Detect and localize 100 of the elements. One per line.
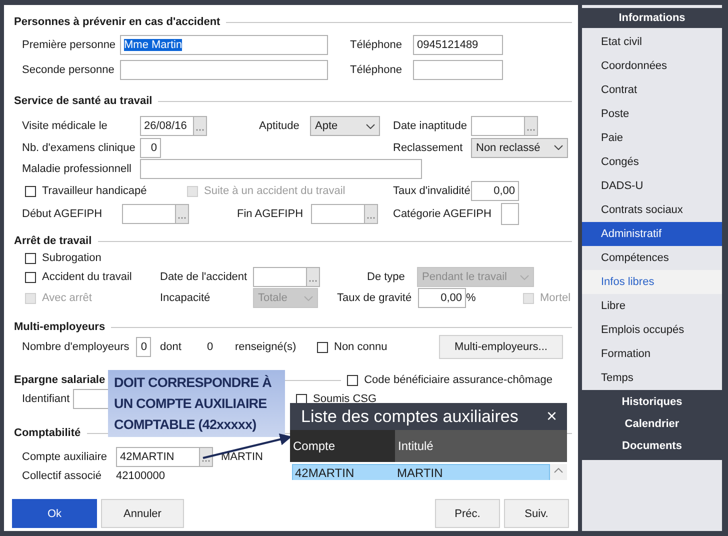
callout-tooltip: DOIT CORRESPONDRE À UN COMPTE AUXILIAIRE COMPTABLE (42xxxxx): [108, 370, 285, 437]
dropdown[interactable]: Non reclassé: [471, 138, 568, 158]
checkbox-label: Travailleur handicapé: [42, 185, 147, 197]
popup-title: Liste des comptes auxiliaires: [301, 406, 518, 426]
section-title: Epargne salariale: [14, 374, 106, 386]
text-field[interactable]: 26/08/16: [140, 116, 193, 136]
checkbox-label: Subrogation: [42, 252, 102, 264]
text-field[interactable]: 0: [136, 337, 151, 357]
chevron-icon: [304, 296, 313, 300]
field-label: Fin AGEFIPH: [237, 208, 304, 220]
field-label: Identifiant: [22, 393, 71, 405]
checkbox-label: Non connu: [334, 341, 388, 353]
section-title: Service de santé au travail: [14, 95, 152, 107]
field-label: dont: [160, 341, 182, 353]
field-label: Téléphone: [350, 38, 403, 50]
sidebar-item[interactable]: Etat civil: [582, 30, 722, 54]
sidebar-item[interactable]: Paie: [582, 126, 722, 150]
chevron-icon: [366, 124, 375, 128]
ellipsis-button[interactable]: [199, 447, 213, 467]
checkbox-label: Avec arrêt: [42, 292, 92, 304]
text-field[interactable]: [120, 60, 328, 80]
field-label: Visite médicale le: [22, 120, 108, 132]
chevron-icon: [554, 145, 563, 150]
section-title: Comptabilité: [14, 427, 81, 439]
dialog-button[interactable]: Préc.: [435, 499, 500, 528]
sidebar-item[interactable]: Administratif: [582, 222, 722, 246]
text-field[interactable]: [501, 202, 519, 224]
sidebar-item[interactable]: Compétences: [582, 246, 722, 270]
text-field[interactable]: [471, 116, 524, 136]
text-field[interactable]: [140, 159, 422, 179]
text-field[interactable]: [413, 60, 503, 80]
checkbox-label: Soumis CSG: [313, 393, 377, 405]
dialog-button[interactable]: Annuler: [101, 499, 184, 528]
field-label: Nombre d'employeurs: [22, 341, 130, 353]
sidebar-item[interactable]: Temps: [582, 366, 722, 390]
field-label: Nb. d'examens clinique: [22, 142, 136, 154]
sidebar-item[interactable]: Coordonnées: [582, 54, 722, 78]
field-label: Début AGEFIPH: [22, 208, 104, 220]
sidebar-item[interactable]: Congés: [582, 150, 722, 174]
field-label: Taux d'invalidité: [393, 185, 471, 197]
field-label: Incapacité: [160, 292, 212, 304]
checkbox[interactable]: [347, 374, 358, 386]
text-field[interactable]: 0,00: [418, 288, 466, 308]
scrollbar[interactable]: [550, 464, 567, 480]
field-label: Seconde personne: [22, 64, 116, 76]
count-value: 0: [207, 341, 214, 353]
dialog-button[interactable]: Ok: [12, 499, 97, 528]
checkbox-label: Code bénéficiaire assurance-chômage: [364, 374, 552, 386]
text-field[interactable]: 0: [140, 138, 161, 158]
field-label: De type: [367, 271, 406, 283]
sidebar-item[interactable]: Libre: [582, 294, 722, 318]
chevron-icon: [520, 274, 529, 280]
dropdown[interactable]: Apte: [310, 116, 380, 136]
field-label: Reclassement: [393, 142, 464, 154]
multi-employers-button[interactable]: Multi-employeurs...: [439, 335, 563, 359]
checkbox[interactable]: [25, 272, 36, 282]
sidebar-item[interactable]: Infos libres: [582, 270, 722, 294]
text-field[interactable]: 0945121489: [413, 34, 503, 54]
section-title: Arrêt de travail: [14, 235, 92, 247]
chevron-up-icon: [554, 468, 563, 473]
field-label: Compte auxiliaire: [22, 451, 108, 463]
checkbox[interactable]: [25, 252, 36, 264]
sidebar-link[interactable]: Documents: [582, 435, 722, 457]
column-header[interactable]: Compte: [290, 430, 395, 462]
section-title: Multi-employeurs: [14, 321, 106, 333]
sidebar-item[interactable]: Contrats sociaux: [582, 198, 722, 222]
account-name: MARTIN: [221, 451, 264, 463]
field-label: Maladie professionnell: [22, 163, 132, 175]
unit-label: %: [466, 292, 477, 304]
field-label: Collectif associé: [22, 470, 102, 482]
sidebar-item[interactable]: DADS-U: [582, 174, 722, 198]
close-button[interactable]: ×: [546, 406, 557, 427]
field-label: Première personne: [22, 38, 117, 50]
text-field[interactable]: [253, 267, 306, 287]
checkbox-label: Suite à un accident du travail: [204, 185, 346, 197]
checkbox-label: Accident du travail: [42, 271, 132, 283]
field-label: renseigné(s): [235, 341, 298, 353]
sidebar-item[interactable]: Contrat: [582, 78, 722, 102]
sidebar-item[interactable]: Poste: [582, 102, 722, 126]
checkbox[interactable]: [296, 394, 307, 404]
sidebar-link[interactable]: Historiques: [582, 391, 722, 413]
text-field[interactable]: Mme Martin: [120, 34, 328, 54]
list-row[interactable]: 42MARTIN MARTIN: [292, 464, 550, 480]
checkbox[interactable]: [317, 342, 328, 352]
text-field[interactable]: 42MARTIN: [116, 447, 199, 467]
field-label: Date inaptitude: [393, 120, 468, 132]
field-label: Catégorie AGEFIPH: [393, 208, 492, 220]
section-title: Personnes à prévenir en cas d'accident: [14, 16, 220, 28]
column-header[interactable]: Intitulé: [395, 430, 567, 462]
sidebar-item[interactable]: Formation: [582, 342, 722, 366]
field-label: Aptitude: [259, 120, 300, 132]
text-field[interactable]: 0,00: [471, 181, 519, 201]
field-label: Date de l'accident: [160, 271, 248, 283]
sidebar-item[interactable]: Emplois occupés: [582, 318, 722, 342]
collective-value: 42100000: [116, 470, 166, 482]
sidebar-link[interactable]: Calendrier: [582, 413, 722, 435]
text-field[interactable]: [122, 204, 175, 224]
text-field[interactable]: [311, 204, 364, 224]
checkbox[interactable]: [25, 186, 36, 196]
dialog-button[interactable]: Suiv.: [504, 499, 569, 528]
